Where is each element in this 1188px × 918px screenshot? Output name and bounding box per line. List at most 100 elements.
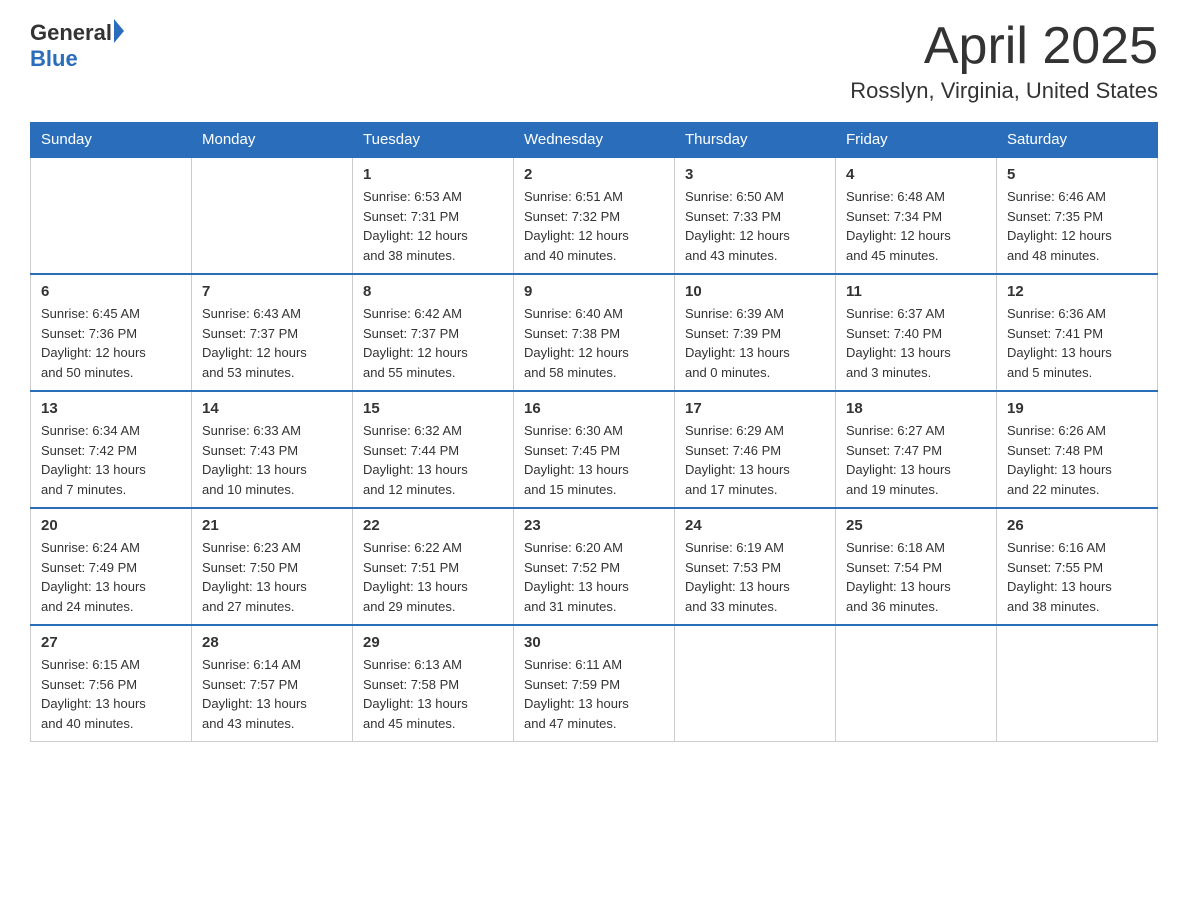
calendar-cell — [31, 157, 192, 274]
calendar-cell: 18 Sunrise: 6:27 AM Sunset: 7:47 PM Dayli… — [836, 391, 997, 508]
day-info: Sunrise: 6:43 AM Sunset: 7:37 PM Dayligh… — [202, 304, 342, 382]
calendar-cell — [997, 625, 1158, 742]
day-info: Sunrise: 6:34 AM Sunset: 7:42 PM Dayligh… — [41, 421, 181, 499]
day-info: Sunrise: 6:14 AM Sunset: 7:57 PM Dayligh… — [202, 655, 342, 733]
day-number: 16 — [524, 400, 664, 417]
weekday-header-thursday: Thursday — [675, 123, 836, 158]
day-info: Sunrise: 6:11 AM Sunset: 7:59 PM Dayligh… — [524, 655, 664, 733]
weekday-header-saturday: Saturday — [997, 123, 1158, 158]
day-number: 26 — [1007, 517, 1147, 534]
day-info: Sunrise: 6:46 AM Sunset: 7:35 PM Dayligh… — [1007, 187, 1147, 265]
day-info: Sunrise: 6:16 AM Sunset: 7:55 PM Dayligh… — [1007, 538, 1147, 616]
day-number: 24 — [685, 517, 825, 534]
day-info: Sunrise: 6:13 AM Sunset: 7:58 PM Dayligh… — [363, 655, 503, 733]
day-info: Sunrise: 6:42 AM Sunset: 7:37 PM Dayligh… — [363, 304, 503, 382]
day-info: Sunrise: 6:27 AM Sunset: 7:47 PM Dayligh… — [846, 421, 986, 499]
day-info: Sunrise: 6:36 AM Sunset: 7:41 PM Dayligh… — [1007, 304, 1147, 382]
day-info: Sunrise: 6:19 AM Sunset: 7:53 PM Dayligh… — [685, 538, 825, 616]
month-title: April 2025 — [850, 20, 1158, 72]
calendar-cell: 9Sunrise: 6:40 AM Sunset: 7:38 PM Daylig… — [514, 274, 675, 391]
day-number: 9 — [524, 283, 664, 300]
logo-blue-text: Blue — [30, 46, 78, 72]
day-info: Sunrise: 6:23 AM Sunset: 7:50 PM Dayligh… — [202, 538, 342, 616]
day-info: Sunrise: 6:30 AM Sunset: 7:45 PM Dayligh… — [524, 421, 664, 499]
day-info: Sunrise: 6:37 AM Sunset: 7:40 PM Dayligh… — [846, 304, 986, 382]
day-info: Sunrise: 6:18 AM Sunset: 7:54 PM Dayligh… — [846, 538, 986, 616]
weekday-header-row: SundayMondayTuesdayWednesdayThursdayFrid… — [31, 123, 1158, 158]
day-number: 7 — [202, 283, 342, 300]
day-number: 3 — [685, 166, 825, 183]
day-info: Sunrise: 6:20 AM Sunset: 7:52 PM Dayligh… — [524, 538, 664, 616]
day-number: 12 — [1007, 283, 1147, 300]
day-info: Sunrise: 6:33 AM Sunset: 7:43 PM Dayligh… — [202, 421, 342, 499]
day-number: 10 — [685, 283, 825, 300]
day-number: 29 — [363, 634, 503, 651]
day-info: Sunrise: 6:24 AM Sunset: 7:49 PM Dayligh… — [41, 538, 181, 616]
calendar-cell: 29 Sunrise: 6:13 AM Sunset: 7:58 PM Dayli… — [353, 625, 514, 742]
weekday-header-monday: Monday — [192, 123, 353, 158]
calendar-week-row: 13 Sunrise: 6:34 AM Sunset: 7:42 PM Dayli… — [31, 391, 1158, 508]
calendar-cell: 3 Sunrise: 6:50 AM Sunset: 7:33 PM Daylig… — [675, 157, 836, 274]
calendar-cell: 25 Sunrise: 6:18 AM Sunset: 7:54 PM Dayli… — [836, 508, 997, 625]
calendar-cell: 5Sunrise: 6:46 AM Sunset: 7:35 PM Daylig… — [997, 157, 1158, 274]
calendar-cell: 27 Sunrise: 6:15 AM Sunset: 7:56 PM Dayli… — [31, 625, 192, 742]
calendar-cell — [675, 625, 836, 742]
day-number: 18 — [846, 400, 986, 417]
calendar-cell: 10Sunrise: 6:39 AM Sunset: 7:39 PM Dayli… — [675, 274, 836, 391]
calendar-table: SundayMondayTuesdayWednesdayThursdayFrid… — [30, 122, 1158, 742]
weekday-header-friday: Friday — [836, 123, 997, 158]
calendar-cell: 22Sunrise: 6:22 AM Sunset: 7:51 PM Dayli… — [353, 508, 514, 625]
weekday-header-sunday: Sunday — [31, 123, 192, 158]
calendar-cell: 4 Sunrise: 6:48 AM Sunset: 7:34 PM Daylig… — [836, 157, 997, 274]
calendar-cell: 6 Sunrise: 6:45 AM Sunset: 7:36 PM Daylig… — [31, 274, 192, 391]
day-number: 4 — [846, 166, 986, 183]
day-number: 20 — [41, 517, 181, 534]
calendar-week-row: 20 Sunrise: 6:24 AM Sunset: 7:49 PM Dayli… — [31, 508, 1158, 625]
day-number: 25 — [846, 517, 986, 534]
calendar-cell: 8 Sunrise: 6:42 AM Sunset: 7:37 PM Daylig… — [353, 274, 514, 391]
day-number: 6 — [41, 283, 181, 300]
location-title: Rosslyn, Virginia, United States — [850, 78, 1158, 104]
day-number: 15 — [363, 400, 503, 417]
calendar-cell: 16 Sunrise: 6:30 AM Sunset: 7:45 PM Dayli… — [514, 391, 675, 508]
calendar-cell: 21Sunrise: 6:23 AM Sunset: 7:50 PM Dayli… — [192, 508, 353, 625]
calendar-cell: 13 Sunrise: 6:34 AM Sunset: 7:42 PM Dayli… — [31, 391, 192, 508]
weekday-header-tuesday: Tuesday — [353, 123, 514, 158]
day-number: 13 — [41, 400, 181, 417]
calendar-cell: 2Sunrise: 6:51 AM Sunset: 7:32 PM Daylig… — [514, 157, 675, 274]
day-number: 23 — [524, 517, 664, 534]
day-number: 27 — [41, 634, 181, 651]
calendar-cell: 28Sunrise: 6:14 AM Sunset: 7:57 PM Dayli… — [192, 625, 353, 742]
calendar-cell: 12 Sunrise: 6:36 AM Sunset: 7:41 PM Dayli… — [997, 274, 1158, 391]
logo: General Blue — [30, 20, 124, 72]
calendar-cell — [836, 625, 997, 742]
day-info: Sunrise: 6:51 AM Sunset: 7:32 PM Dayligh… — [524, 187, 664, 265]
calendar-cell: 15 Sunrise: 6:32 AM Sunset: 7:44 PM Dayli… — [353, 391, 514, 508]
day-info: Sunrise: 6:29 AM Sunset: 7:46 PM Dayligh… — [685, 421, 825, 499]
calendar-cell: 7 Sunrise: 6:43 AM Sunset: 7:37 PM Daylig… — [192, 274, 353, 391]
calendar-week-row: 27 Sunrise: 6:15 AM Sunset: 7:56 PM Dayli… — [31, 625, 1158, 742]
day-number: 19 — [1007, 400, 1147, 417]
calendar-cell: 17 Sunrise: 6:29 AM Sunset: 7:46 PM Dayli… — [675, 391, 836, 508]
day-number: 8 — [363, 283, 503, 300]
day-number: 11 — [846, 283, 986, 300]
day-number: 1 — [363, 166, 503, 183]
day-info: Sunrise: 6:22 AM Sunset: 7:51 PM Dayligh… — [363, 538, 503, 616]
day-info: Sunrise: 6:45 AM Sunset: 7:36 PM Dayligh… — [41, 304, 181, 382]
day-info: Sunrise: 6:32 AM Sunset: 7:44 PM Dayligh… — [363, 421, 503, 499]
day-info: Sunrise: 6:48 AM Sunset: 7:34 PM Dayligh… — [846, 187, 986, 265]
calendar-cell: 24 Sunrise: 6:19 AM Sunset: 7:53 PM Dayli… — [675, 508, 836, 625]
calendar-week-row: 6 Sunrise: 6:45 AM Sunset: 7:36 PM Daylig… — [31, 274, 1158, 391]
day-number: 30 — [524, 634, 664, 651]
day-number: 17 — [685, 400, 825, 417]
weekday-header-wednesday: Wednesday — [514, 123, 675, 158]
calendar-cell — [192, 157, 353, 274]
calendar-cell: 20 Sunrise: 6:24 AM Sunset: 7:49 PM Dayli… — [31, 508, 192, 625]
title-block: April 2025 Rosslyn, Virginia, United Sta… — [850, 20, 1158, 104]
logo-general-text: General — [30, 20, 112, 46]
calendar-cell: 11 Sunrise: 6:37 AM Sunset: 7:40 PM Dayli… — [836, 274, 997, 391]
day-info: Sunrise: 6:50 AM Sunset: 7:33 PM Dayligh… — [685, 187, 825, 265]
logo-arrow-icon — [114, 19, 124, 43]
day-info: Sunrise: 6:26 AM Sunset: 7:48 PM Dayligh… — [1007, 421, 1147, 499]
day-info: Sunrise: 6:15 AM Sunset: 7:56 PM Dayligh… — [41, 655, 181, 733]
